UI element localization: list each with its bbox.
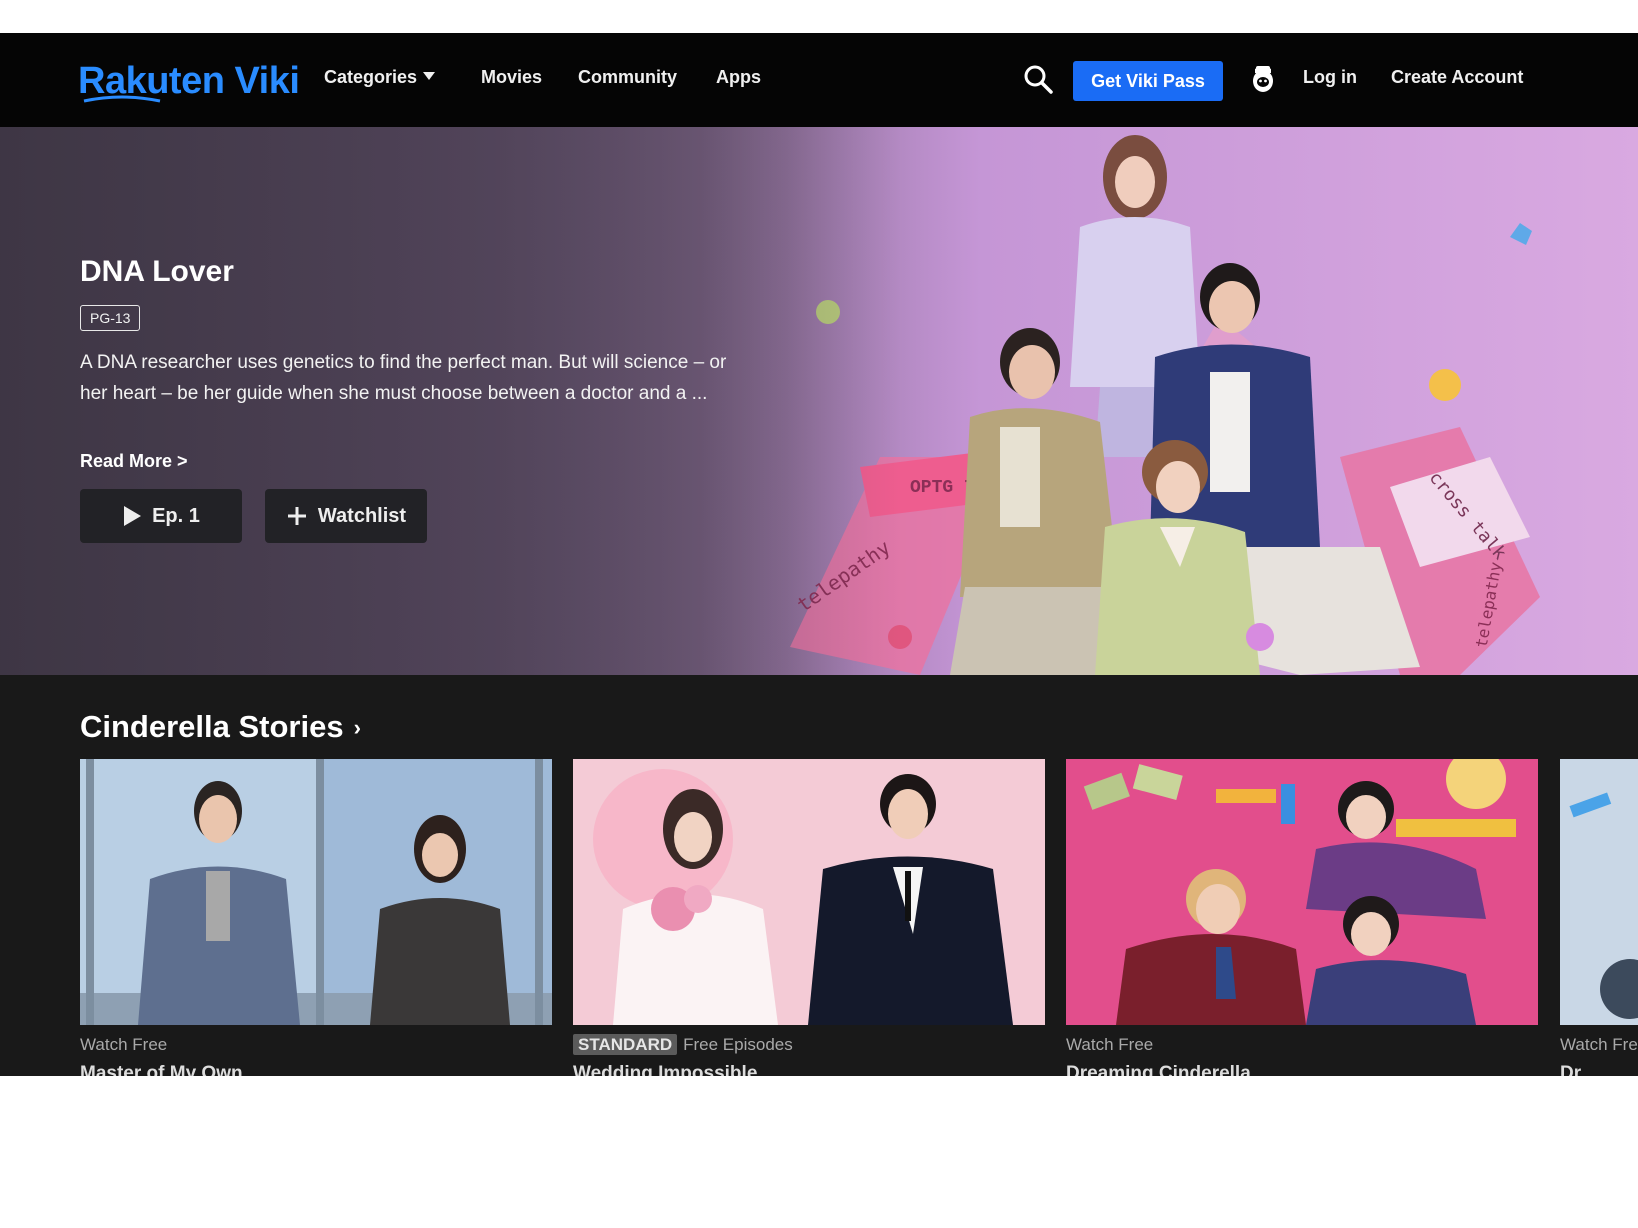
show-thumbnail xyxy=(573,759,1045,1025)
rating-badge: PG-13 xyxy=(80,305,141,331)
rakuten-viki-logo[interactable]: Rakuten Viki xyxy=(78,55,300,107)
standard-badge: STANDARD xyxy=(573,1034,678,1055)
card-title: Wedding Impossible xyxy=(573,1063,758,1076)
nav-apps[interactable]: Apps xyxy=(716,67,761,88)
card-title: Dreaming Cinderella xyxy=(1066,1063,1251,1076)
row-title-cinderella-stories[interactable]: Cinderella Stories › xyxy=(80,709,361,745)
hero-title[interactable]: DNA Lover xyxy=(80,255,234,289)
show-card[interactable]: Watch Free Master of My Own xyxy=(80,759,552,1076)
nav-movies[interactable]: Movies xyxy=(481,67,542,88)
logo-swoosh-icon xyxy=(83,95,161,103)
chevron-right-icon: › xyxy=(353,715,361,740)
card-meta-text: Watch Free xyxy=(1560,1035,1638,1054)
play-episode-button[interactable]: Ep. 1 xyxy=(80,489,242,543)
get-viki-pass-button[interactable]: Get Viki Pass xyxy=(1073,61,1223,101)
search-icon[interactable] xyxy=(1022,63,1054,95)
row-title-text: Cinderella Stories xyxy=(80,709,344,744)
card-meta: Watch Free xyxy=(80,1035,167,1055)
card-meta-text: Free Episodes xyxy=(683,1035,793,1054)
nav-categories[interactable]: Categories xyxy=(324,67,436,88)
card-meta: STANDARD Free Episodes xyxy=(573,1034,793,1055)
caret-down-icon xyxy=(423,72,436,80)
card-meta-text: Watch Free xyxy=(80,1035,168,1054)
hero-banner: OPTG 7 telepathy cross talk telepathy xyxy=(0,127,1638,675)
show-thumbnail xyxy=(1560,759,1638,1025)
show-card[interactable]: STANDARD Free Episodes Wedding Impossible xyxy=(573,759,1045,1076)
card-meta: Watch Free xyxy=(1066,1035,1153,1055)
mascot-icon[interactable] xyxy=(1250,61,1276,95)
nav-categories-label: Categories xyxy=(324,67,418,87)
hero-description: A DNA researcher uses genetics to find t… xyxy=(80,352,727,404)
read-more-link[interactable]: Read More > xyxy=(80,451,188,472)
plus-icon xyxy=(287,507,306,525)
watchlist-label: Watchlist xyxy=(317,504,407,527)
login-link[interactable]: Log in xyxy=(1303,67,1357,88)
show-thumbnail xyxy=(80,759,552,1025)
nav-community[interactable]: Community xyxy=(578,67,677,88)
ribbon-text-optg: OPTG 7 xyxy=(910,478,975,498)
browser-viewport: Rakuten Viki Categories Movies Community… xyxy=(0,33,1638,1076)
show-card[interactable]: Watch Free Dr xyxy=(1560,759,1638,1076)
show-thumbnail xyxy=(1066,759,1538,1025)
add-to-watchlist-button[interactable]: Watchlist xyxy=(265,489,427,543)
card-meta-text: Watch Free xyxy=(1066,1035,1154,1054)
play-episode-label: Ep. 1 xyxy=(152,504,200,527)
card-title: Dr xyxy=(1560,1063,1582,1076)
card-title: Master of My Own xyxy=(80,1063,243,1076)
play-icon xyxy=(124,506,142,526)
create-account-link[interactable]: Create Account xyxy=(1391,67,1523,88)
show-card[interactable]: Watch Free Dreaming Cinderella xyxy=(1066,759,1538,1076)
card-meta: Watch Free xyxy=(1560,1035,1638,1055)
top-nav: Rakuten Viki Categories Movies Community… xyxy=(0,33,1638,127)
